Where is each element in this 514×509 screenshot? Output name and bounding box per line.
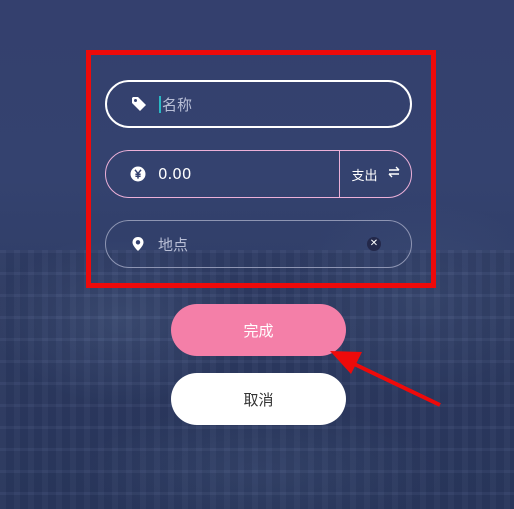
name-field[interactable]: 名称	[105, 80, 412, 128]
place-input[interactable]: 地点	[158, 234, 367, 255]
done-button[interactable]: 完成	[171, 304, 346, 356]
place-field[interactable]: 地点 ✕	[105, 220, 412, 268]
clear-icon[interactable]: ✕	[367, 237, 381, 251]
cancel-button[interactable]: 取消	[171, 373, 346, 425]
expense-type-label: 支出	[351, 168, 378, 184]
amount-input[interactable]: 0.00	[158, 165, 339, 183]
amount-field[interactable]: 0.00 支出	[105, 150, 412, 198]
tag-icon	[131, 96, 147, 112]
yen-icon	[130, 166, 146, 182]
swap-arrows-icon	[388, 166, 400, 182]
expense-type-toggle[interactable]: 支出	[339, 151, 411, 197]
text-caret	[159, 95, 161, 113]
name-input[interactable]: 名称	[159, 94, 410, 115]
location-pin-icon	[130, 236, 146, 252]
name-placeholder: 名称	[162, 95, 193, 114]
